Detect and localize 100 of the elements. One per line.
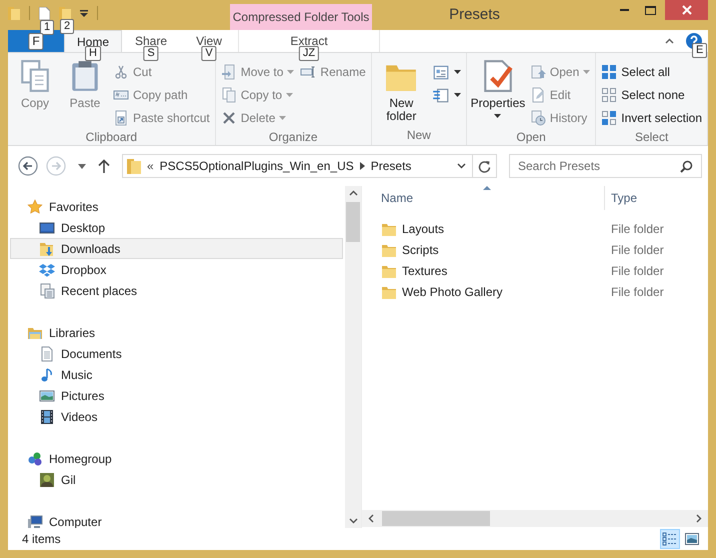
customize-menu-icon[interactable] [80, 10, 88, 16]
open-icon [530, 64, 546, 80]
monitor-icon [39, 220, 55, 236]
navigation-item[interactable]: Computer [10, 511, 343, 528]
file-name[interactable]: Textures [362, 262, 605, 278]
group-label: Select [634, 129, 670, 145]
caret-icon [494, 114, 502, 118]
navigation-item[interactable]: Desktop [10, 217, 343, 238]
ribbon-button[interactable]: Select none [601, 84, 702, 106]
refresh-button[interactable] [473, 154, 497, 178]
file-type: File folder [610, 242, 664, 256]
navigation-item[interactable]: Pictures [10, 385, 343, 406]
overflow-chevron[interactable]: « [146, 159, 154, 173]
column-header[interactable]: Type [605, 186, 708, 210]
keytip-badge: E [692, 43, 708, 58]
back-button[interactable] [18, 156, 38, 176]
file-type: File folder [610, 284, 664, 298]
ribbon-button[interactable]: New folder [376, 59, 426, 127]
new-item-icon [432, 63, 450, 81]
navigation-item[interactable]: Gil [10, 469, 343, 490]
pencil-document-icon [530, 87, 546, 103]
breadcrumb-arrow-icon[interactable] [360, 162, 365, 170]
close-button[interactable] [665, 0, 708, 20]
keytip-tooltip: JZ [298, 46, 320, 61]
keytip-tooltip: F [28, 33, 44, 50]
recent-places-icon [39, 282, 55, 298]
caret-icon [454, 70, 461, 74]
invert-selection-icon [601, 110, 618, 126]
homegroup-icon [27, 450, 43, 466]
grid-icon [601, 64, 618, 80]
dropbox-icon [39, 262, 55, 278]
folder-icon[interactable] [59, 6, 71, 20]
column-header[interactable]: Name [362, 186, 605, 210]
details-view-button[interactable] [660, 529, 680, 549]
document-icon [39, 346, 55, 362]
refresh-icon [478, 160, 492, 172]
group-label: Open [515, 129, 547, 145]
caret-icon [287, 70, 294, 74]
navigation-item[interactable]: Dropbox [10, 259, 343, 280]
breadcrumb[interactable]: PSCS5OptionalPlugins_Win_en_US [160, 159, 354, 173]
cross-icon [220, 110, 237, 126]
caret-icon [454, 93, 461, 97]
file-name[interactable]: Layouts [362, 220, 605, 236]
caret-icon [279, 116, 286, 120]
search-field[interactable]: Search Presets [509, 154, 702, 178]
group-label: Clipboard [84, 129, 138, 145]
scroll-down-icon[interactable] [348, 518, 358, 524]
up-arrow-icon[interactable] [98, 159, 110, 173]
picture-icon [39, 388, 55, 404]
navigation-item[interactable]: Libraries [10, 322, 343, 343]
computer-icon [27, 514, 43, 528]
shortcut-icon [113, 110, 129, 126]
history-icon [530, 110, 546, 126]
list-icon [432, 86, 450, 104]
scroll-left-icon[interactable] [368, 514, 374, 523]
move-icon [220, 64, 237, 80]
film-icon [39, 408, 55, 424]
ribbon-button[interactable]: Properties [472, 59, 524, 129]
window-title: Presets [448, 5, 501, 25]
navigation-item[interactable]: Homegroup [10, 448, 343, 469]
recent-locations-icon[interactable] [78, 164, 86, 168]
keytip-tooltip: S [143, 46, 159, 61]
close-icon [682, 5, 692, 15]
documents-icon [18, 59, 52, 93]
navigation-item[interactable]: Recent places [10, 280, 343, 301]
scrollbar-thumb[interactable] [382, 511, 490, 526]
navigation-item[interactable]: Documents [10, 343, 343, 364]
keytip-tooltip: V [201, 46, 217, 61]
ribbon-button[interactable]: Select all [601, 61, 702, 83]
file-name[interactable]: Web Photo Gallery [362, 284, 605, 300]
sort-arrow-icon [483, 186, 491, 190]
file-type: File folder [610, 264, 664, 278]
keytip-badge: 1 [40, 20, 54, 34]
file-type: File folder [610, 222, 664, 236]
scroll-up-icon[interactable] [348, 190, 358, 196]
address-bar[interactable]: « PSCS5OptionalPlugins_Win_en_US Presets [122, 154, 474, 178]
navigation-item[interactable]: Favorites [10, 196, 343, 217]
group-label: New [406, 127, 432, 144]
document-icon[interactable] [39, 6, 50, 20]
scrollbar-thumb[interactable] [346, 202, 360, 242]
maximize-icon [644, 6, 656, 14]
minimize-icon [620, 9, 628, 11]
horizontal-scrollbar[interactable] [362, 510, 708, 527]
ribbon-button[interactable]: Invert selection [601, 107, 702, 129]
vertical-scrollbar[interactable] [345, 186, 361, 528]
navigation-item[interactable]: Videos [10, 406, 343, 427]
download-folder-icon [39, 240, 55, 256]
navigation-item[interactable]: Downloads [10, 238, 343, 259]
copy-icon [220, 87, 237, 103]
scroll-right-icon[interactable] [696, 514, 702, 523]
navigation-item[interactable]: Music [10, 364, 343, 385]
avatar-icon [39, 472, 55, 488]
search-icon[interactable] [680, 160, 693, 173]
collapse-ribbon-icon[interactable] [665, 38, 674, 44]
item-count: 4 items [22, 532, 61, 546]
breadcrumb[interactable]: Presets [370, 159, 412, 173]
keytip-badge: 2 [60, 19, 74, 34]
file-name[interactable]: Scripts [362, 242, 605, 258]
star-icon [27, 198, 43, 214]
music-note-icon [39, 366, 55, 382]
